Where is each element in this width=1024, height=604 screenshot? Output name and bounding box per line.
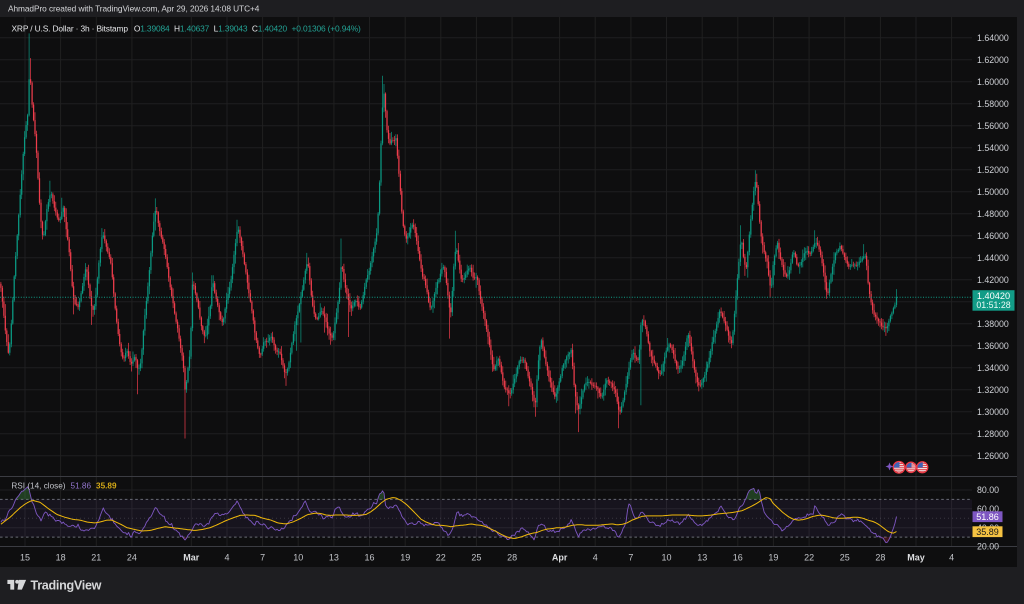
- svg-text:1.38000: 1.38000: [977, 319, 1009, 329]
- svg-text:Apr: Apr: [552, 553, 568, 563]
- svg-text:15: 15: [20, 553, 30, 563]
- svg-text:80.00: 80.00: [977, 485, 999, 495]
- svg-text:19: 19: [400, 553, 410, 563]
- svg-text:1.64000: 1.64000: [977, 33, 1009, 43]
- svg-text:16: 16: [733, 553, 743, 563]
- svg-text:May: May: [907, 553, 925, 563]
- svg-text:1.36000: 1.36000: [977, 341, 1009, 351]
- svg-text:20.00: 20.00: [977, 542, 999, 552]
- svg-text:1.44000: 1.44000: [977, 253, 1009, 263]
- svg-text:1.58000: 1.58000: [977, 99, 1009, 109]
- svg-text:XRP / U.S. Dollar · 3h · Bitst: XRP / U.S. Dollar · 3h · BitstampO1.3908…: [12, 24, 362, 34]
- svg-text:28: 28: [875, 553, 885, 563]
- svg-text:1.62000: 1.62000: [977, 55, 1009, 65]
- svg-text:1.46000: 1.46000: [977, 231, 1009, 241]
- svg-text:RSI (14, close)51.8635.89: RSI (14, close)51.8635.89: [11, 481, 117, 490]
- svg-text:1.60000: 1.60000: [977, 77, 1009, 87]
- svg-text:25: 25: [471, 553, 481, 563]
- svg-text:1.52000: 1.52000: [977, 165, 1009, 175]
- svg-text:7: 7: [260, 553, 265, 563]
- svg-text:Mar: Mar: [183, 553, 200, 563]
- svg-text:1.32000: 1.32000: [977, 385, 1009, 395]
- svg-text:13: 13: [329, 553, 339, 563]
- svg-text:4: 4: [949, 553, 954, 563]
- svg-text:22: 22: [436, 553, 446, 563]
- svg-text:7: 7: [628, 553, 633, 563]
- svg-text:13: 13: [697, 553, 707, 563]
- svg-text:19: 19: [768, 553, 778, 563]
- svg-text:4: 4: [593, 553, 598, 563]
- svg-text:1.50000: 1.50000: [977, 187, 1009, 197]
- svg-text:51.86: 51.86: [976, 512, 999, 522]
- svg-text:24: 24: [127, 553, 137, 563]
- svg-text:25: 25: [840, 553, 850, 563]
- svg-text:16: 16: [364, 553, 374, 563]
- svg-text:1.48000: 1.48000: [977, 209, 1009, 219]
- svg-text:1.30000: 1.30000: [977, 407, 1009, 417]
- svg-text:TradingView: TradingView: [31, 578, 102, 592]
- svg-text:4: 4: [224, 553, 229, 563]
- svg-text:1.28000: 1.28000: [977, 429, 1009, 439]
- svg-text:35.89: 35.89: [976, 527, 999, 537]
- svg-text:1.56000: 1.56000: [977, 121, 1009, 131]
- svg-text:10: 10: [661, 553, 671, 563]
- svg-text:01:51:28: 01:51:28: [976, 300, 1010, 310]
- svg-text:1.34000: 1.34000: [977, 363, 1009, 373]
- svg-text:22: 22: [804, 553, 814, 563]
- svg-text:10: 10: [293, 553, 303, 563]
- svg-text:18: 18: [56, 553, 66, 563]
- svg-text:AhmadPro created with TradingV: AhmadPro created with TradingView.com, A…: [8, 4, 260, 14]
- svg-text:28: 28: [507, 553, 517, 563]
- svg-text:21: 21: [91, 553, 101, 563]
- svg-text:1.42000: 1.42000: [977, 275, 1009, 285]
- svg-text:1.26000: 1.26000: [977, 451, 1009, 461]
- svg-text:1.54000: 1.54000: [977, 143, 1009, 153]
